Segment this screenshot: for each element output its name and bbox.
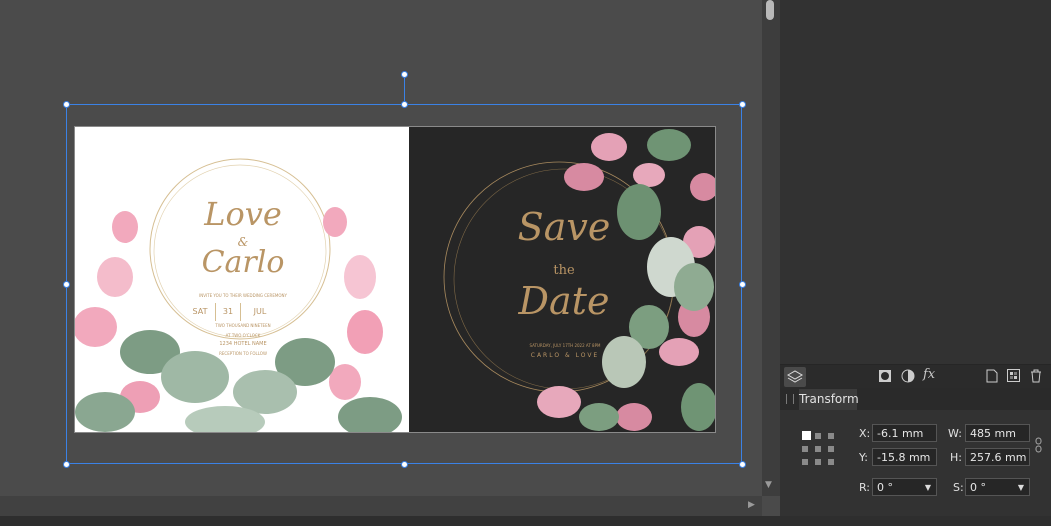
panel-grip-icon[interactable] xyxy=(786,394,794,404)
new-document-icon[interactable] xyxy=(986,369,998,387)
resize-handle-bottom-right[interactable] xyxy=(739,461,746,468)
fx-icon[interactable]: fx xyxy=(923,367,935,382)
mask-icon[interactable] xyxy=(878,369,892,387)
shear-dropdown[interactable]: 0 ° ▼ xyxy=(965,478,1030,496)
rotation-value: 0 ° xyxy=(877,481,893,494)
resize-handle-left[interactable] xyxy=(63,281,70,288)
layers-icon[interactable] xyxy=(784,367,806,387)
status-bar xyxy=(0,516,1051,526)
scroll-right-arrow-icon[interactable]: ▶ xyxy=(748,500,755,510)
y-position-field[interactable]: -15.8 mm xyxy=(872,448,937,466)
resize-handle-bottom-left[interactable] xyxy=(63,461,70,468)
scroll-down-arrow-icon[interactable]: ▼ xyxy=(765,480,772,490)
trash-icon[interactable] xyxy=(1030,369,1042,387)
r-label: R: xyxy=(859,481,871,494)
rotation-dropdown[interactable]: 0 ° ▼ xyxy=(872,478,937,496)
chevron-down-icon: ▼ xyxy=(1017,483,1024,492)
resize-handle-top-right[interactable] xyxy=(739,101,746,108)
resize-handle-top-left[interactable] xyxy=(63,101,70,108)
y-label: Y: xyxy=(859,451,868,464)
tab-transform[interactable]: Transform xyxy=(799,389,859,410)
resize-handle-bottom[interactable] xyxy=(401,461,408,468)
height-field[interactable]: 257.6 mm xyxy=(965,448,1030,466)
resize-handle-right[interactable] xyxy=(739,281,746,288)
x-position-field[interactable]: -6.1 mm xyxy=(872,424,937,442)
anchor-point-selector[interactable] xyxy=(802,431,838,467)
shear-value: 0 ° xyxy=(970,481,986,494)
width-field[interactable]: 485 mm xyxy=(965,424,1030,442)
resize-handle-top[interactable] xyxy=(401,101,408,108)
w-label: W: xyxy=(948,427,962,440)
vertical-scrollbar[interactable] xyxy=(762,0,780,496)
selection-bounding-box[interactable] xyxy=(66,104,742,464)
pattern-icon[interactable] xyxy=(1007,369,1020,386)
link-aspect-ratio-icon[interactable] xyxy=(1035,437,1043,457)
rotation-handle[interactable] xyxy=(401,71,408,78)
panel-toolbar: fx xyxy=(780,364,1051,389)
s-label: S: xyxy=(953,481,964,494)
vertical-scroll-thumb[interactable] xyxy=(766,0,774,20)
x-label: X: xyxy=(859,427,871,440)
h-label: H: xyxy=(950,451,962,464)
adjustment-icon[interactable] xyxy=(901,369,915,387)
chevron-down-icon: ▼ xyxy=(924,483,931,492)
horizontal-scrollbar[interactable] xyxy=(0,496,762,516)
